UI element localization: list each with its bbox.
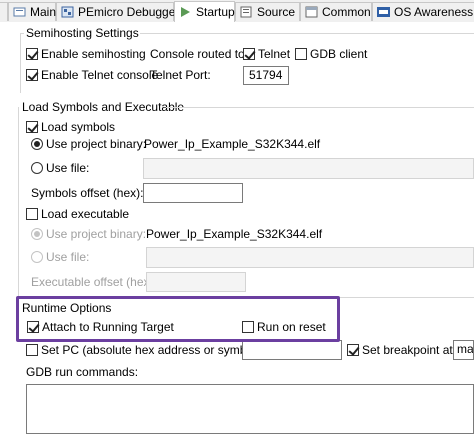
use-file-radio[interactable]	[31, 162, 43, 174]
tab-label: Startup	[196, 5, 235, 19]
gdb-run-commands-label: GDB run commands:	[26, 365, 139, 379]
load-symbols-group-border-left	[18, 107, 19, 317]
gdb-run-commands-textarea[interactable]	[26, 384, 474, 434]
exec-use-file-label: Use file:	[46, 250, 90, 264]
set-pc-input[interactable]	[242, 340, 342, 360]
tab-overflow-left[interactable]	[0, 2, 8, 21]
tab-source[interactable]: Source	[235, 2, 300, 21]
tab-os-awareness[interactable]: OS Awareness	[372, 2, 474, 21]
os-awareness-icon	[377, 7, 390, 17]
tab-label: Main	[30, 5, 57, 19]
load-symbols-label: Load symbols	[41, 120, 116, 134]
exec-use-project-binary-radio[interactable]	[31, 228, 43, 240]
startup-play-icon	[181, 7, 190, 17]
runtime-options-highlight-box	[16, 296, 340, 342]
enable-semihosting-label: Enable semihosting	[41, 47, 146, 61]
runtime-group-border	[340, 297, 474, 298]
symbols-offset-label: Symbols offset (hex):	[31, 186, 144, 200]
project-binary-value: Power_Ip_Example_S32K344.elf	[144, 137, 321, 151]
load-symbols-checkbox[interactable]	[26, 121, 38, 133]
tab-main[interactable]: Main	[8, 2, 56, 21]
telnet-checkbox[interactable]	[243, 48, 255, 60]
tab-label: Source	[257, 5, 296, 19]
semihosting-group-border	[140, 33, 474, 34]
use-project-binary-label: Use project binary:	[46, 137, 147, 151]
set-breakpoint-label: Set breakpoint at:	[362, 343, 457, 357]
tab-pemicro-debugger[interactable]: PEmicro Debugger	[56, 2, 179, 21]
use-project-binary-radio[interactable]	[31, 138, 43, 150]
exec-use-file-radio[interactable]	[31, 251, 43, 263]
startup-panel: Semihosting Settings Enable semihosting …	[0, 22, 474, 430]
telnet-port-label: Telnet Port:	[150, 68, 211, 82]
enable-telnet-checkbox[interactable]	[26, 69, 38, 81]
symbols-offset-input[interactable]	[143, 183, 243, 203]
exec-project-binary-value: Power_Ip_Example_S32K344.elf	[146, 227, 323, 241]
semihosting-group-label: Semihosting Settings	[26, 26, 139, 40]
use-file-label: Use file:	[46, 161, 90, 175]
load-symbols-group-label: Load Symbols and Executable	[22, 100, 185, 114]
main-tab-icon	[13, 7, 26, 17]
tab-label: OS Awareness	[394, 5, 474, 19]
enable-semihosting-checkbox[interactable]	[26, 48, 38, 60]
tab-label: PEmicro Debugger	[78, 5, 180, 19]
common-icon	[305, 6, 318, 18]
symbols-file-input[interactable]	[143, 158, 474, 179]
tab-startup[interactable]: Startup	[174, 1, 235, 22]
executable-offset-input[interactable]	[146, 272, 246, 292]
set-breakpoint-checkbox[interactable]	[347, 344, 359, 356]
launch-config-tab-bar: Main PEmicro Debugger Startup Source Com…	[0, 0, 474, 23]
enable-telnet-label: Enable Telnet console	[41, 68, 159, 82]
load-executable-checkbox[interactable]	[26, 208, 38, 220]
load-executable-label: Load executable	[41, 207, 130, 221]
set-pc-checkbox[interactable]	[26, 344, 38, 356]
executable-offset-label: Executable offset (hex):	[31, 275, 157, 289]
load-symbols-group-border	[166, 107, 474, 108]
exec-file-input[interactable]	[146, 247, 474, 268]
debugger-icon	[61, 6, 74, 18]
tab-common[interactable]: Common	[300, 2, 372, 21]
telnet-port-input[interactable]: 51794	[243, 66, 289, 85]
console-routed-label: Console routed to:	[150, 47, 249, 61]
semihosting-group-border-left	[20, 33, 21, 93]
exec-use-project-binary-label: Use project binary:	[46, 227, 147, 241]
tab-label: Common	[322, 5, 371, 19]
gdb-client-label: GDB client	[310, 47, 368, 61]
breakpoint-input[interactable]: ma	[453, 340, 474, 360]
gdb-client-checkbox[interactable]	[295, 48, 307, 60]
set-pc-label: Set PC (absolute hex address or symbol):	[41, 343, 264, 357]
source-icon	[240, 6, 252, 18]
telnet-label: Telnet	[258, 47, 291, 61]
semihosting-group-border-top-left	[20, 33, 24, 34]
